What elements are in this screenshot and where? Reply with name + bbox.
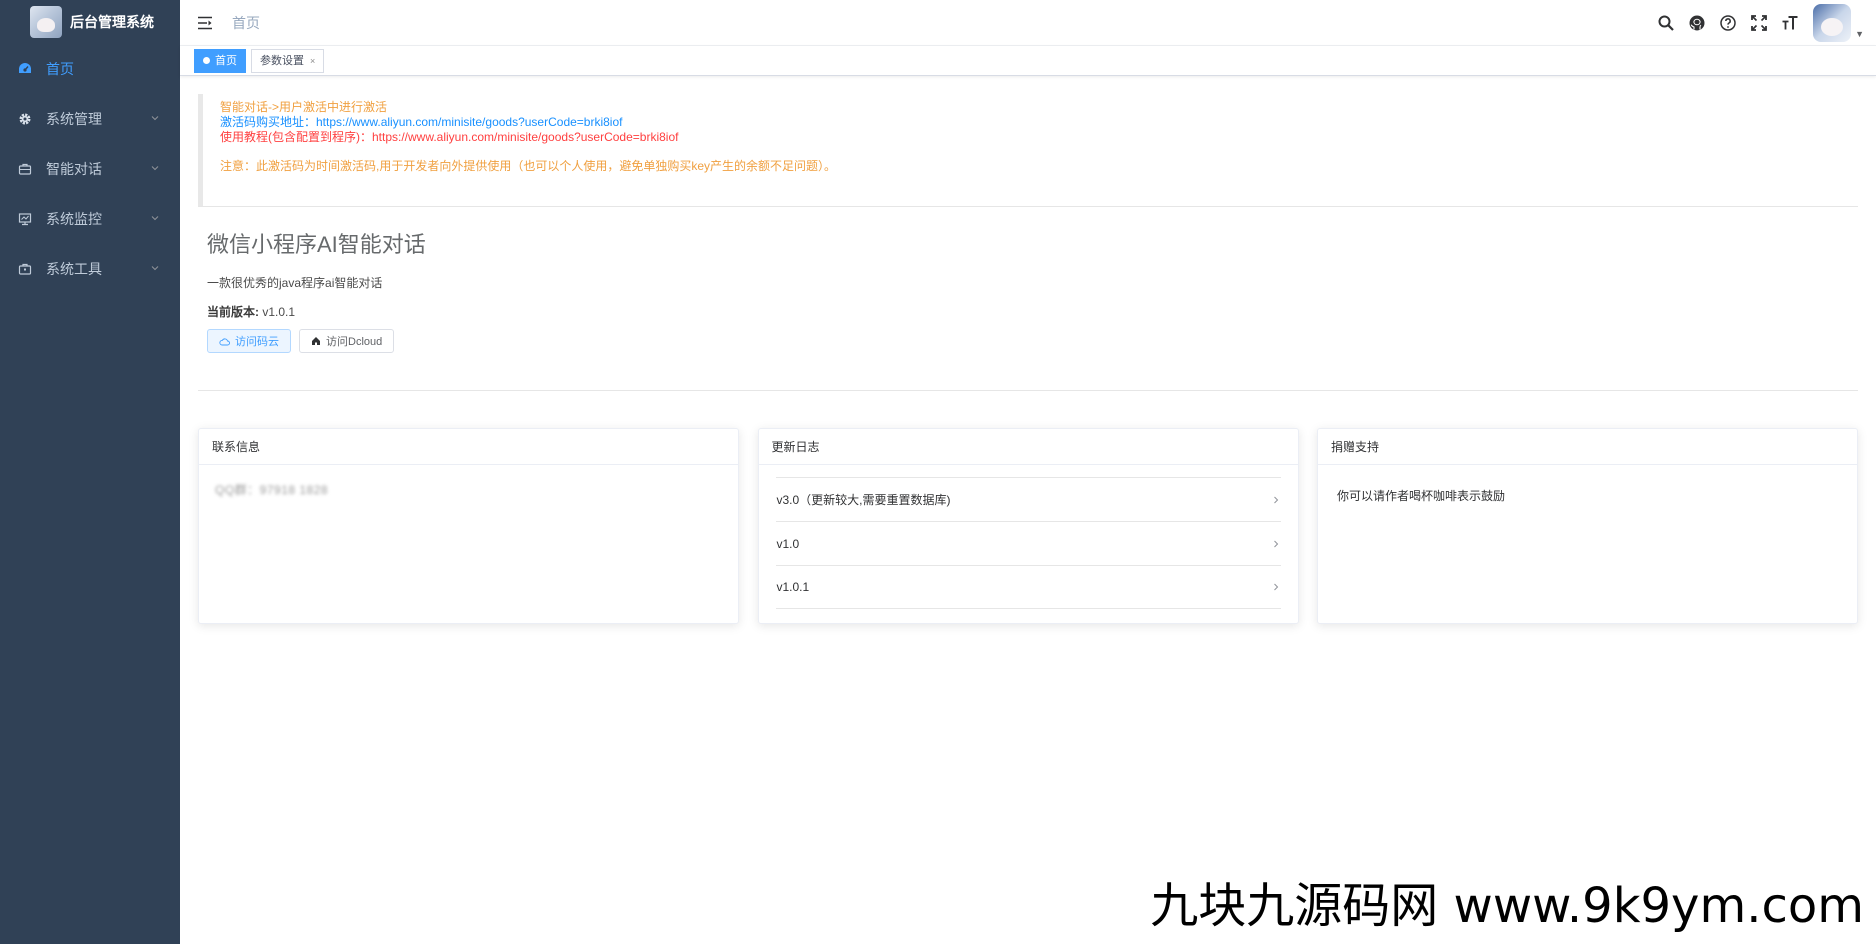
chevron-down-icon (151, 216, 159, 221)
sidebar-item-system-management[interactable]: 系统管理 (0, 94, 180, 144)
toolbox-icon (18, 262, 32, 276)
version-value: v1.0.1 (262, 305, 296, 319)
home-icon (312, 337, 320, 345)
active-dot-icon (203, 57, 210, 64)
chevron-right-icon (1273, 583, 1278, 591)
search-icon[interactable] (1657, 14, 1675, 32)
monitor-icon (18, 212, 32, 226)
card-title: 更新日志 (758, 429, 1298, 465)
changelog-list: v3.0（更新较大,需要重置数据库) v1.0 v1.0.1 (759, 465, 1298, 623)
card-title: 联系信息 (199, 429, 738, 465)
tags-view: 首页 参数设置 × (180, 46, 1876, 76)
divider (198, 390, 1858, 391)
card-title: 捐赠支持 (1318, 429, 1857, 465)
notice-activation-hint: 智能对话->用户激活中进行激活 (220, 100, 388, 114)
sidebar-item-chat[interactable]: 智能对话 (0, 144, 180, 194)
visit-dcloud-button[interactable]: 访问Dcloud (299, 329, 395, 353)
sidebar-item-label: 智能对话 (46, 161, 102, 177)
intro-description: 一款很优秀的java程序ai智能对话 (207, 276, 383, 290)
gear-icon (18, 112, 32, 126)
chevron-down-icon (151, 116, 159, 121)
tag-param-settings[interactable]: 参数设置 × (251, 48, 325, 73)
chevron-right-icon (1273, 496, 1278, 503)
navbar-right: ▼ (1644, 0, 1864, 46)
changelog-card: 更新日志 v3.0（更新较大,需要重置数据库) v1.0 v1.0.1 (757, 428, 1299, 624)
card-row: 联系信息 QQ群：97918 1828 更新日志 v3.0（更新较大,需要重置数… (198, 428, 1858, 624)
notice-warning: 注意：此激活码为时间激活码,用于开发者向外提供使用（也可以个人使用，避免单独购买… (220, 159, 837, 173)
notice-purchase-link[interactable]: 激活码购买地址：https://www.aliyun.com/minisite/… (220, 115, 1858, 130)
help-icon[interactable] (1719, 14, 1737, 32)
version-info: 当前版本: v1.0.1 (207, 303, 1858, 320)
logo-area[interactable]: 后台管理系统 (0, 0, 180, 44)
tag-home[interactable]: 首页 (194, 48, 246, 73)
button-label: 访问码云 (235, 336, 279, 348)
button-label: 访问Dcloud (326, 336, 383, 348)
briefcase-icon (18, 162, 32, 176)
avatar[interactable] (1813, 4, 1852, 42)
watermark: 九块九源码网 www.9k9ym.com (1150, 878, 1864, 934)
intro-section: 微信小程序AI智能对话 一款很优秀的java程序ai智能对话 当前版本: v1.… (198, 207, 1858, 390)
sidebar-item-monitor[interactable]: 系统监控 (0, 194, 180, 244)
sidebar-item-home[interactable]: 首页 (0, 44, 180, 94)
cloud-icon (219, 337, 230, 345)
changelog-item-label: v1.0 (776, 536, 800, 551)
button-row: 访问码云 访问Dcloud (207, 329, 1858, 353)
changelog-item[interactable]: v1.0.1 (775, 565, 1281, 609)
hamburger-icon[interactable] (196, 14, 214, 32)
sidebar-item-label: 系统管理 (46, 111, 102, 127)
visit-gitee-button[interactable]: 访问码云 (207, 329, 291, 353)
breadcrumb[interactable]: 首页 (232, 13, 260, 33)
donate-card: 捐赠支持 你可以请作者喝杯咖啡表示鼓励 (1317, 428, 1858, 624)
sidebar-item-label: 首页 (46, 61, 74, 77)
logo-image (30, 6, 62, 38)
navbar: 首页 ▼ (180, 0, 1876, 46)
dashboard-icon (18, 62, 32, 76)
caret-down-icon[interactable]: ▼ (1855, 29, 1864, 39)
sidebar: 后台管理系统 首页 系统管理 智能对话 系统监控 系统工具 (0, 0, 180, 944)
contact-card: 联系信息 QQ群：97918 1828 (198, 428, 739, 624)
app-title: 后台管理系统 (70, 14, 154, 30)
version-label: 当前版本: (207, 305, 259, 319)
changelog-item-label: v3.0（更新较大,需要重置数据库) (776, 493, 951, 507)
donate-text: 你可以请作者喝杯咖啡表示鼓励 (1337, 489, 1506, 503)
page-title: 微信小程序AI智能对话 (207, 232, 426, 257)
chevron-down-icon (151, 166, 159, 171)
notice-tutorial-link[interactable]: 使用教程(包含配置到程序)：https://www.aliyun.com/min… (220, 130, 1858, 145)
notice-block: 智能对话->用户激活中进行激活 激活码购买地址：https://www.aliy… (198, 94, 1858, 206)
chevron-right-icon (1273, 540, 1278, 547)
changelog-item[interactable]: v1.0 (775, 521, 1281, 565)
github-icon[interactable] (1688, 14, 1706, 32)
contact-info: QQ群：97918 1828 (215, 483, 329, 497)
changelog-item-label: v1.0.1 (776, 580, 810, 594)
sidebar-item-tools[interactable]: 系统工具 (0, 244, 180, 294)
fullscreen-icon[interactable] (1750, 14, 1768, 32)
close-icon[interactable]: × (310, 50, 315, 72)
sidebar-item-label: 系统监控 (46, 211, 102, 227)
tag-label: 首页 (215, 54, 237, 67)
changelog-item[interactable]: v3.0（更新较大,需要重置数据库) (775, 477, 1281, 521)
sidebar-item-label: 系统工具 (46, 261, 102, 277)
tag-label: 参数设置 (260, 54, 304, 67)
font-size-icon[interactable] (1781, 14, 1799, 32)
chevron-down-icon (151, 266, 159, 271)
